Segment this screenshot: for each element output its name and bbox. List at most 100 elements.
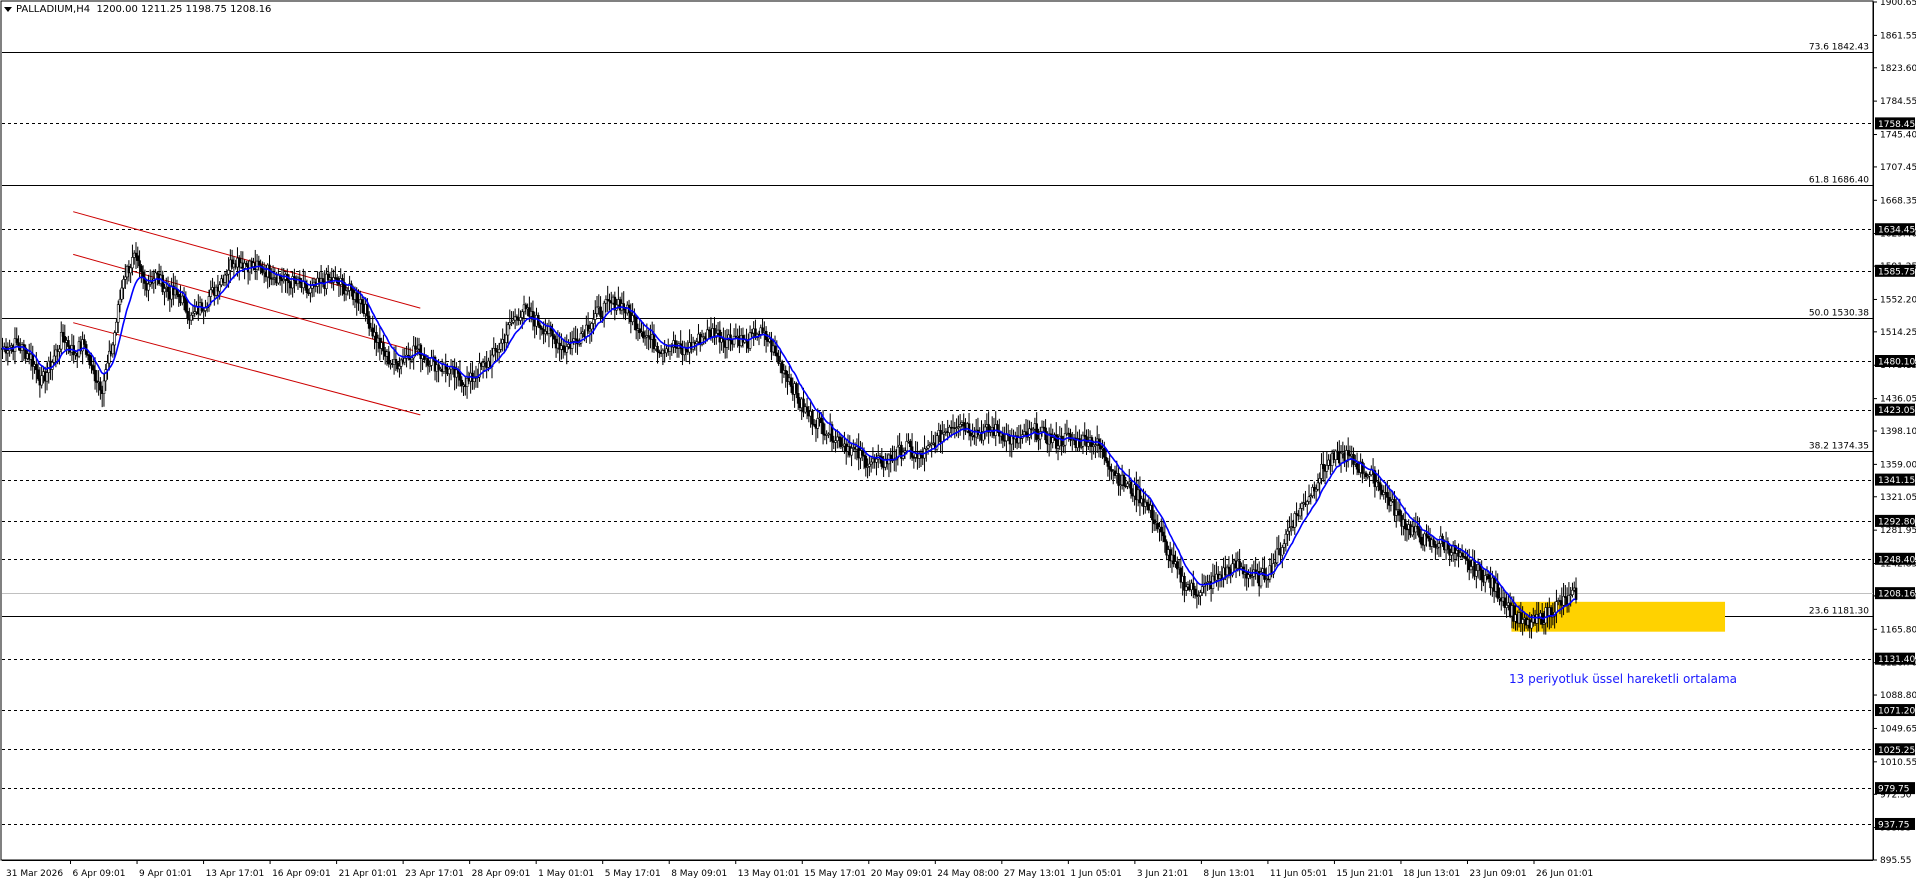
candle-body xyxy=(6,350,10,354)
candle-body xyxy=(850,448,853,456)
candle-body xyxy=(134,252,138,257)
candle-body xyxy=(1432,539,1435,545)
level-price-label-text: 1131.40 xyxy=(1878,655,1915,665)
candle-body xyxy=(494,348,497,352)
candle-body xyxy=(36,369,40,380)
candle-body xyxy=(941,433,944,443)
candle-body xyxy=(725,339,729,348)
candle-body xyxy=(310,285,314,289)
candle-body xyxy=(447,368,451,375)
candle-body xyxy=(177,293,181,298)
time-tick-label: 5 May 17:01 xyxy=(605,869,661,879)
candle-body xyxy=(140,265,143,273)
candle-body xyxy=(1555,601,1558,613)
candle-body xyxy=(1437,543,1441,548)
candle-body xyxy=(15,338,19,343)
price-tick-label: 1088.80 xyxy=(1880,691,1916,701)
price-tick-label: 1861.55 xyxy=(1880,31,1916,41)
candle-body xyxy=(816,418,820,429)
candle-body xyxy=(223,274,227,283)
candle-body xyxy=(129,267,132,274)
candle-body xyxy=(1321,463,1325,469)
candle-body xyxy=(115,321,118,333)
fib-level-label: 61.8 1686.40 xyxy=(1809,176,1869,186)
candle-body xyxy=(1316,482,1320,490)
candle-body xyxy=(382,342,385,352)
candle-body xyxy=(773,345,777,354)
fib-level-label: 50.0 1530.38 xyxy=(1809,309,1869,319)
price-tick-label: 1900.65 xyxy=(1880,0,1916,8)
candle-body xyxy=(67,340,70,347)
price-tick-label: 1823.60 xyxy=(1880,64,1916,74)
level-price-label-text: 1025.25 xyxy=(1878,746,1915,756)
candle-body xyxy=(287,280,291,284)
price-chart[interactable]: 73.6 1842.43 61.8 1686.40 50.0 1530.38 38.2… xyxy=(0,0,1916,888)
time-tick-label: 24 May 08:00 xyxy=(937,869,999,879)
candle-body xyxy=(1378,482,1382,491)
price-tick-label: 1707.45 xyxy=(1880,163,1916,173)
candle-body xyxy=(1104,456,1108,462)
candle-body xyxy=(1496,582,1499,599)
time-tick-label: 11 Jun 05:01 xyxy=(1270,869,1327,879)
candle-body xyxy=(839,437,843,447)
candle-body xyxy=(1464,556,1467,560)
candle-body xyxy=(1483,575,1487,583)
candle-body xyxy=(58,348,61,352)
candle-body xyxy=(186,311,189,319)
candle-body xyxy=(1571,589,1574,596)
candle-body xyxy=(35,364,38,371)
candle-body xyxy=(102,380,106,394)
time-tick-label: 27 May 13:01 xyxy=(1004,869,1066,879)
time-tick-label: 23 Jun 09:01 xyxy=(1469,869,1526,879)
candle-body xyxy=(40,375,43,386)
candle-body xyxy=(1530,621,1533,629)
candle-body xyxy=(602,302,606,318)
price-tick-label: 1514.25 xyxy=(1880,328,1916,338)
candle-body xyxy=(1056,445,1060,449)
candle-body xyxy=(1475,570,1478,577)
candle-body xyxy=(565,346,569,353)
candle-body xyxy=(1574,587,1578,600)
candle-body xyxy=(116,304,120,323)
candle-body xyxy=(166,286,170,292)
candle-body xyxy=(593,313,597,320)
time-tick-label: 18 Jun 13:01 xyxy=(1403,869,1460,879)
candle-body xyxy=(403,358,407,363)
candle-body xyxy=(1087,442,1090,447)
candle-body xyxy=(551,330,554,337)
candle-body xyxy=(634,317,638,331)
candle-body xyxy=(184,297,188,312)
price-tick-label: 1784.55 xyxy=(1880,97,1916,107)
fib-level-label: 23.6 1181.30 xyxy=(1809,607,1869,617)
candle-body xyxy=(905,441,909,452)
time-tick-label: 15 Jun 21:01 xyxy=(1336,869,1393,879)
candle-body xyxy=(458,373,462,381)
candle-body xyxy=(512,319,515,323)
candle-body xyxy=(868,463,871,467)
current-price-label-text: 1208.16 xyxy=(1878,590,1915,600)
dropdown-triangle-icon[interactable] xyxy=(4,6,12,12)
candle-body xyxy=(111,344,115,355)
level-price-label-text: 1634.45 xyxy=(1878,226,1915,236)
ohlc-values: 1200.00 1211.25 1198.75 1208.16 xyxy=(96,4,272,15)
chart-window[interactable]: 73.6 1842.43 61.8 1686.40 50.0 1530.38 38.2… xyxy=(0,0,1916,888)
time-tick-label: 1 May 01:01 xyxy=(538,869,594,879)
candle-body xyxy=(387,351,391,365)
candle-body xyxy=(821,422,825,435)
candle-body xyxy=(1346,450,1350,456)
candle-body xyxy=(599,306,602,317)
price-tick-label: 1010.55 xyxy=(1880,758,1916,768)
price-tick-label: 1436.05 xyxy=(1880,395,1916,405)
candle-body xyxy=(1035,423,1038,440)
candle-body xyxy=(426,358,430,366)
candle-body xyxy=(414,345,417,350)
candle-body xyxy=(1418,528,1421,538)
candle-body xyxy=(93,369,97,382)
candle-body xyxy=(1389,500,1393,506)
candle-body xyxy=(309,287,312,294)
candle-body xyxy=(1487,574,1491,580)
candle-body xyxy=(437,364,440,370)
candle-body xyxy=(656,345,659,353)
price-tick-label: 895.55 xyxy=(1880,856,1912,866)
candle-body xyxy=(1051,437,1054,443)
